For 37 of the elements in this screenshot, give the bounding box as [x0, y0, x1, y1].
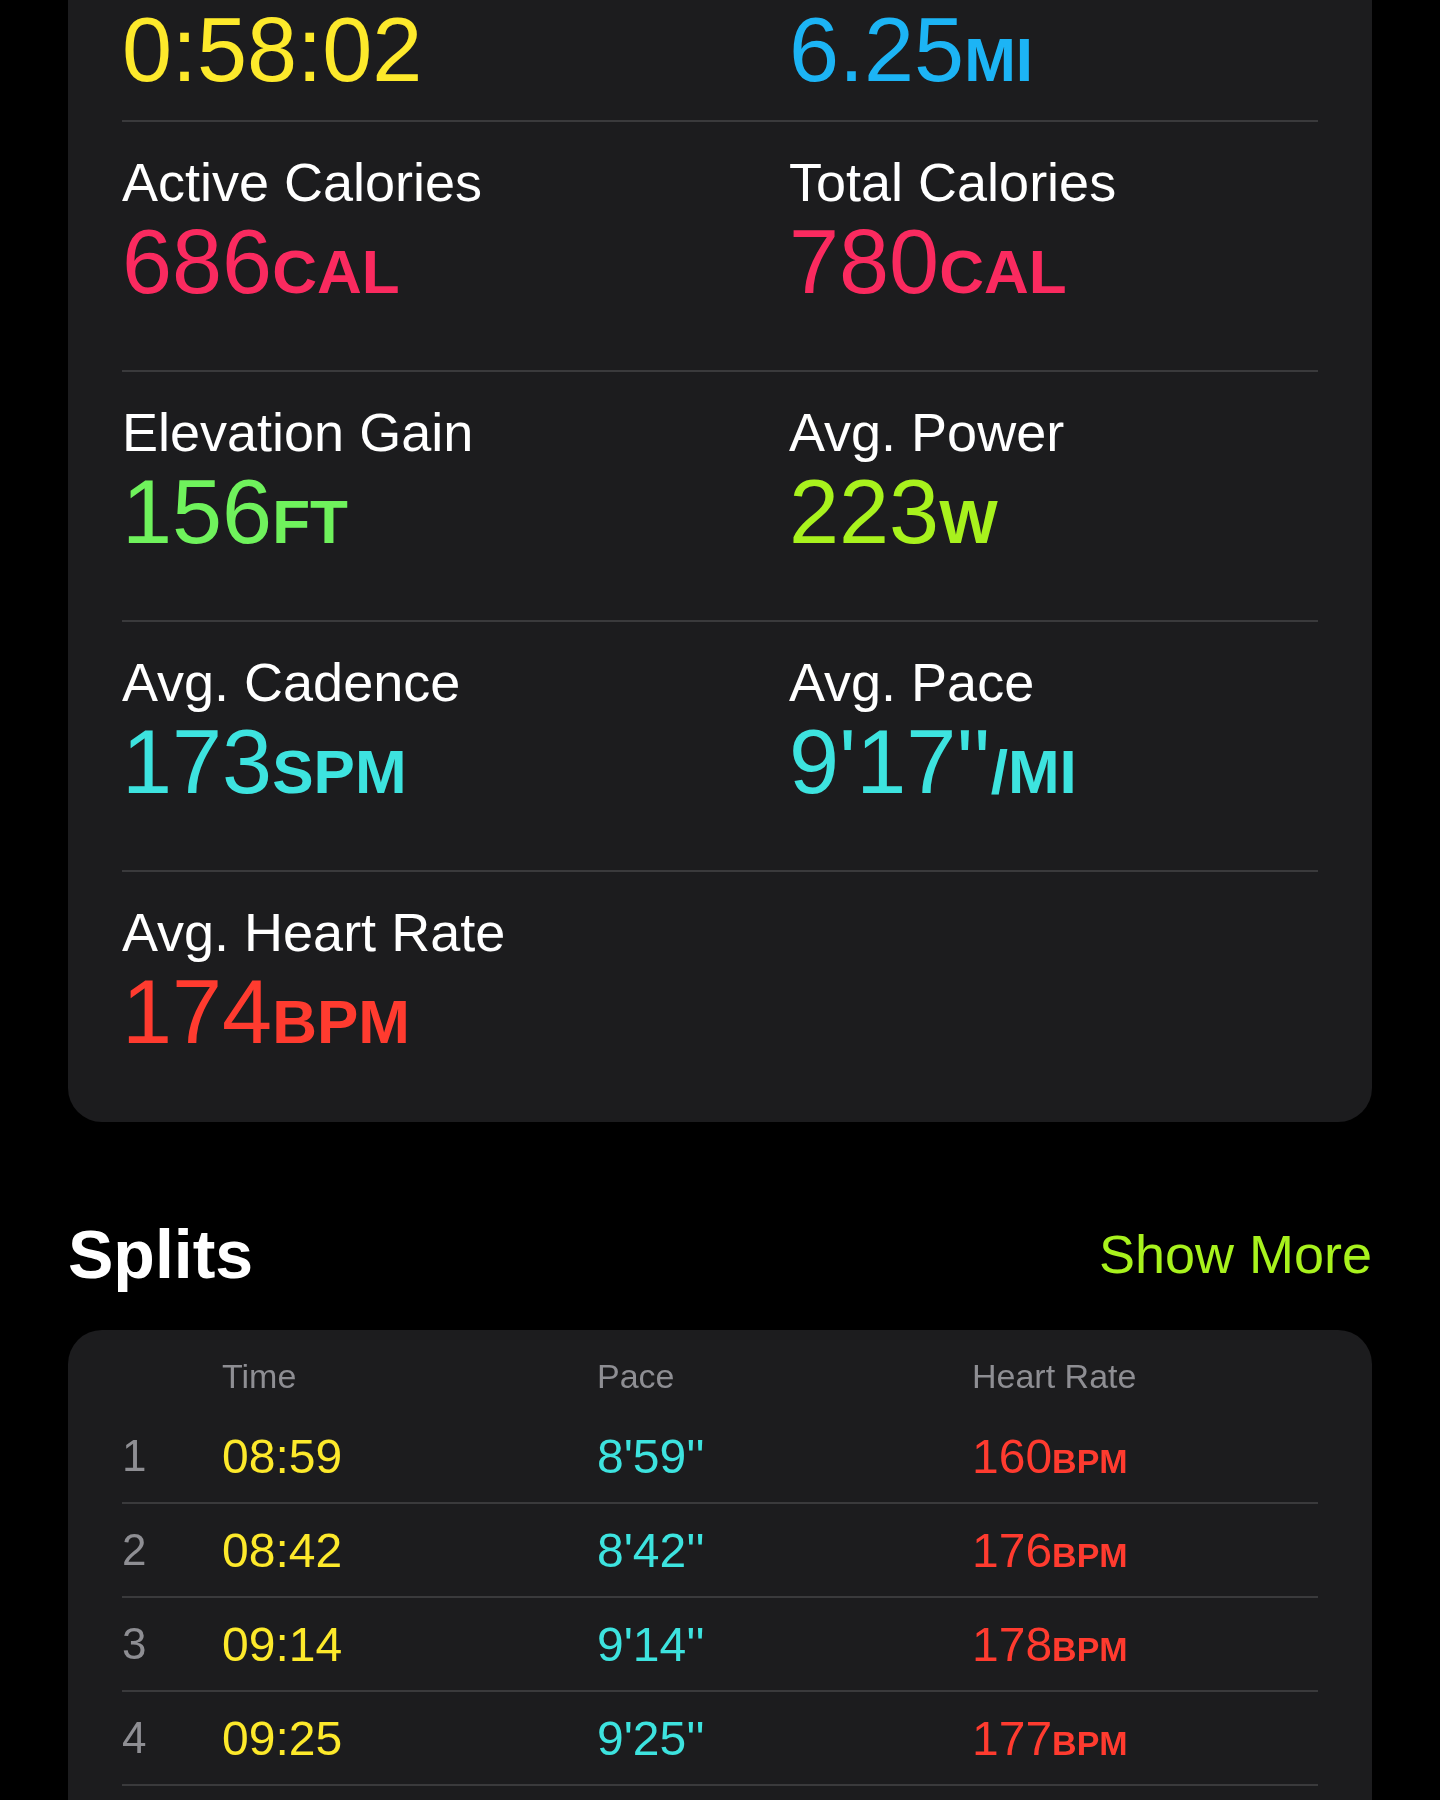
split-heart-rate: 178BPM — [972, 1616, 1128, 1672]
metric-label: Total Calories — [789, 152, 1117, 212]
metric-label: Avg. Pace — [789, 652, 1035, 712]
metric-label: Elevation Gain — [122, 402, 474, 462]
metric-value: 0:58:02 — [122, 0, 423, 102]
metric-value: 9'17''/MI — [789, 712, 1077, 814]
column-header: Heart Rate — [972, 1356, 1137, 1396]
split-time: 09:14 — [222, 1616, 343, 1672]
split-pace: 8'42'' — [597, 1522, 705, 1578]
metric-value: 223W — [789, 462, 998, 564]
metric-value: 686CAL — [122, 212, 400, 314]
split-heart-rate: 160BPM — [972, 1428, 1128, 1484]
metric-label: Avg. Heart Rate — [122, 902, 506, 962]
metric-value: 173SPM — [122, 712, 407, 814]
column-header: Time — [222, 1356, 297, 1396]
section-title: Splits — [68, 1215, 254, 1293]
metric-value: 780CAL — [789, 212, 1067, 314]
metric-value: 6.25MI — [789, 0, 1034, 102]
split-time: 08:42 — [222, 1522, 343, 1578]
split-number: 3 — [122, 1619, 147, 1669]
split-heart-rate: 176BPM — [972, 1522, 1128, 1578]
metric-value: 156FT — [122, 462, 348, 564]
split-time: 09:25 — [222, 1710, 343, 1766]
split-number: 2 — [122, 1525, 147, 1575]
metric-label: Active Calories — [122, 152, 483, 212]
split-number: 1 — [122, 1431, 147, 1481]
metric-label: Avg. Cadence — [122, 652, 461, 712]
split-pace: 8'59'' — [597, 1428, 705, 1484]
column-header: Pace — [597, 1356, 675, 1396]
split-pace: 9'14'' — [597, 1616, 705, 1672]
show-more-link[interactable]: Show More — [1098, 1223, 1372, 1285]
metric-label: Avg. Power — [789, 402, 1065, 462]
split-heart-rate: 177BPM — [972, 1710, 1128, 1766]
split-time: 08:59 — [222, 1428, 343, 1484]
split-number: 4 — [122, 1713, 147, 1763]
metric-value: 174BPM — [122, 962, 410, 1064]
split-pace: 9'25'' — [597, 1710, 705, 1766]
